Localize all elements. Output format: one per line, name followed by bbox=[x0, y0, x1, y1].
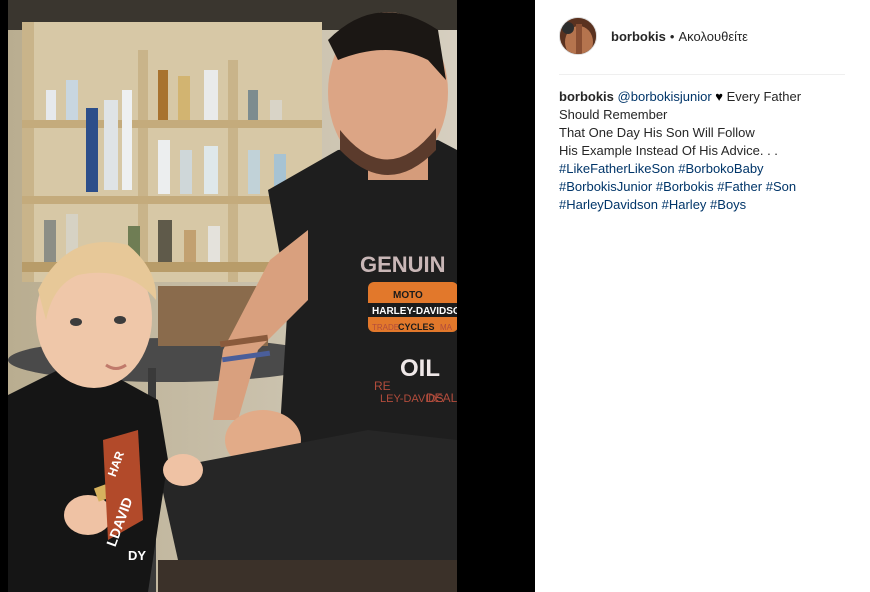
hashtag-link[interactable]: #HarleyDavidson bbox=[559, 197, 658, 212]
caption-username[interactable]: borbokis bbox=[559, 89, 614, 104]
photo-pane: GENUIN MOTO HARLEY-DAVIDSON CYCLES TRADE… bbox=[0, 0, 535, 592]
caption-mention-link[interactable]: @borbokisjunior bbox=[618, 89, 712, 104]
caption-text-line: That One Day His Son Will Follow bbox=[559, 125, 755, 140]
post-side-panel: borbokis • Ακολουθείτε borbokis @borbokisj… bbox=[535, 0, 870, 592]
caption: borbokis @borbokisjunior ♥ Every Father … bbox=[559, 88, 849, 214]
hashtag-link[interactable]: #Borbokis bbox=[656, 179, 714, 194]
child-shirt-c: DY bbox=[128, 548, 146, 563]
shirt-line1: RE bbox=[374, 379, 391, 393]
post-header: borbokis • Ακολουθείτε bbox=[559, 16, 849, 56]
caption-text-line: Every Father bbox=[726, 89, 802, 104]
avatar[interactable] bbox=[559, 17, 597, 55]
hashtag-link[interactable]: #Son bbox=[766, 179, 796, 194]
post-photo-illustration: GENUIN MOTO HARLEY-DAVIDSON CYCLES TRADE… bbox=[8, 0, 457, 592]
shirt-logo-mid: HARLEY-DAVIDSON bbox=[372, 306, 457, 317]
post-photo[interactable]: GENUIN MOTO HARLEY-DAVIDSON CYCLES TRADE… bbox=[8, 0, 457, 592]
hashtag-row: #LikeFatherLikeSon #BorbokoBaby bbox=[559, 160, 849, 178]
header-separator: • bbox=[669, 28, 675, 44]
shirt-text-top: GENUIN bbox=[360, 252, 446, 277]
heart-icon: ♥ bbox=[715, 89, 724, 104]
avatar-image bbox=[560, 18, 596, 54]
hashtag-link[interactable]: #Harley bbox=[662, 197, 707, 212]
hashtag-link[interactable]: #BorbokoBaby bbox=[678, 161, 763, 176]
shirt-line2: LEY-DAVIDS bbox=[380, 393, 444, 405]
shirt-side-right: MA bbox=[440, 323, 453, 332]
caption-line-1: borbokis @borbokisjunior ♥ Every Father bbox=[559, 88, 849, 106]
shirt-side-left: TRADE bbox=[372, 323, 399, 332]
hashtag-link[interactable]: #Boys bbox=[710, 197, 746, 212]
shirt-logo-top: MOTO bbox=[393, 290, 423, 301]
header-text: borbokis • Ακολουθείτε bbox=[611, 29, 748, 44]
hashtag-row: #BorbokisJunior #Borbokis #Father #Son bbox=[559, 178, 849, 196]
caption-text-line: Should Remember bbox=[559, 107, 668, 122]
hashtag-row: #HarleyDavidson #Harley #Boys bbox=[559, 196, 849, 214]
header-username[interactable]: borbokis bbox=[611, 29, 666, 44]
hashtag-link[interactable]: #BorbokisJunior bbox=[559, 179, 652, 194]
header-divider bbox=[559, 74, 845, 75]
shirt-oil: OIL bbox=[400, 355, 440, 382]
caption-text-line: His Example Instead Of His Advice. . . bbox=[559, 143, 778, 158]
hashtag-link[interactable]: #Father bbox=[717, 179, 762, 194]
following-button[interactable]: Ακολουθείτε bbox=[678, 29, 747, 44]
hashtag-link[interactable]: #LikeFatherLikeSon bbox=[559, 161, 675, 176]
shirt-logo-bottom: CYCLES bbox=[398, 322, 435, 332]
